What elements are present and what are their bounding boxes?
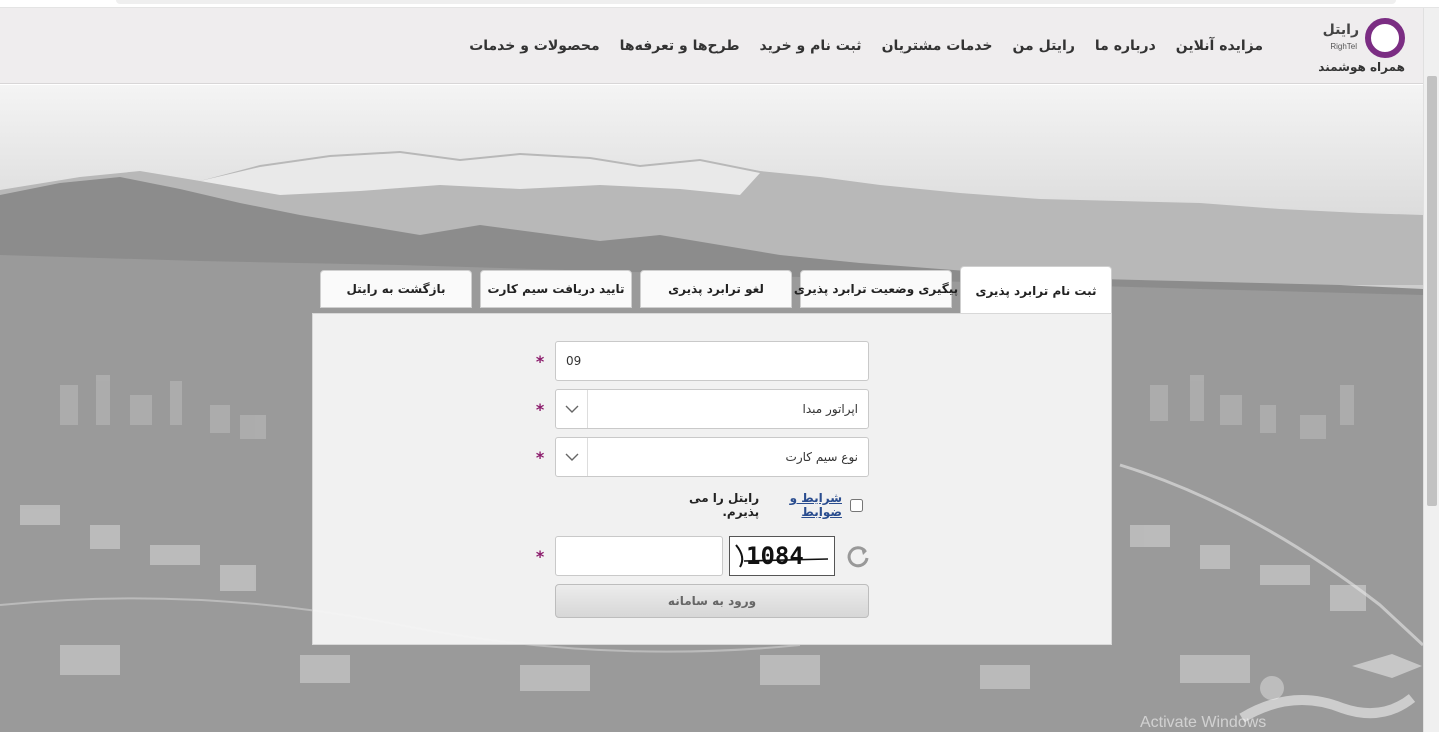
login-submit-button[interactable]: ورود به سامانه xyxy=(555,584,869,618)
portability-form-panel: * * اپراتور مبدا * نوع سیم کارت شرایط و … xyxy=(312,313,1112,645)
logo-tagline: همراه هوشمند xyxy=(1318,60,1405,74)
site-header: رایتل RighTel همراه هوشمند محصولات و خدم… xyxy=(0,8,1423,84)
captcha-graphic: 1084 xyxy=(735,542,829,570)
required-mark: * xyxy=(535,400,545,419)
tab-register-portability[interactable]: ثبت نام ترابرد پذیری xyxy=(960,266,1112,314)
captcha-text-input[interactable] xyxy=(556,537,722,575)
terms-link[interactable]: شرایط و ضوابط xyxy=(763,491,842,519)
tab-confirm-sim-receipt[interactable]: تایید دریافت سیم کارت xyxy=(480,270,632,308)
phone-input[interactable] xyxy=(556,342,868,380)
nav-item-products[interactable]: محصولات و خدمات xyxy=(469,38,599,54)
simtype-select[interactable]: نوع سیم کارت xyxy=(555,437,869,477)
refresh-icon[interactable] xyxy=(845,543,871,569)
nav-item-customer-services[interactable]: خدمات مشتریان xyxy=(882,38,993,54)
main-nav: محصولات و خدمات طرح‌ها و تعرفه‌ها ثبت نا… xyxy=(469,8,1263,84)
chevron-down-icon[interactable] xyxy=(556,390,588,428)
nav-item-plans[interactable]: طرح‌ها و تعرفه‌ها xyxy=(620,38,740,54)
browser-top-strip xyxy=(0,0,1439,8)
tab-return-to-rightel[interactable]: بازگشت به رایتل xyxy=(320,270,472,308)
required-mark: * xyxy=(535,448,545,467)
phone-field[interactable] xyxy=(555,341,869,381)
operator-select-value: اپراتور مبدا xyxy=(802,402,858,416)
logo-name: رایتل xyxy=(1322,22,1359,38)
captcha-image: 1084 xyxy=(729,536,835,576)
portability-tabs: ثبت نام ترابرد پذیری پیگیری وضعیت ترابرد… xyxy=(320,266,1112,314)
terms-checkbox[interactable] xyxy=(850,498,863,512)
captcha-input[interactable] xyxy=(555,536,723,576)
tab-track-portability[interactable]: پیگیری وضعیت ترابرد پذیری xyxy=(794,270,958,308)
terms-text: رایتل را می پذیرم. xyxy=(689,491,760,519)
logo-latin: RighTel xyxy=(1330,42,1357,51)
required-mark: * xyxy=(535,352,545,371)
simtype-select-value: نوع سیم کارت xyxy=(785,450,858,464)
nav-item-my-rightel[interactable]: رایتل من xyxy=(1012,38,1074,54)
top-bar xyxy=(116,0,1396,4)
scrollbar-thumb[interactable] xyxy=(1427,76,1437,506)
nav-item-register[interactable]: ثبت نام و خرید xyxy=(760,38,862,54)
nav-item-auction[interactable]: مزایده آنلاین xyxy=(1176,38,1263,54)
captcha-code: 1084 xyxy=(746,542,804,570)
chevron-down-icon[interactable] xyxy=(556,438,588,476)
nav-item-about[interactable]: درباره ما xyxy=(1095,38,1156,54)
logo-ring-icon xyxy=(1365,18,1405,58)
rightel-logo[interactable]: رایتل RighTel همراه هوشمند xyxy=(1305,16,1405,80)
tab-cancel-portability[interactable]: لغو ترابرد پذیری xyxy=(640,270,792,308)
terms-row: شرایط و ضوابط رایتل را می پذیرم. xyxy=(669,491,863,519)
page-scrollbar[interactable] xyxy=(1423,8,1439,732)
activate-windows-watermark: Activate Windows xyxy=(1140,714,1267,731)
operator-select[interactable]: اپراتور مبدا xyxy=(555,389,869,429)
required-mark: * xyxy=(535,547,545,566)
